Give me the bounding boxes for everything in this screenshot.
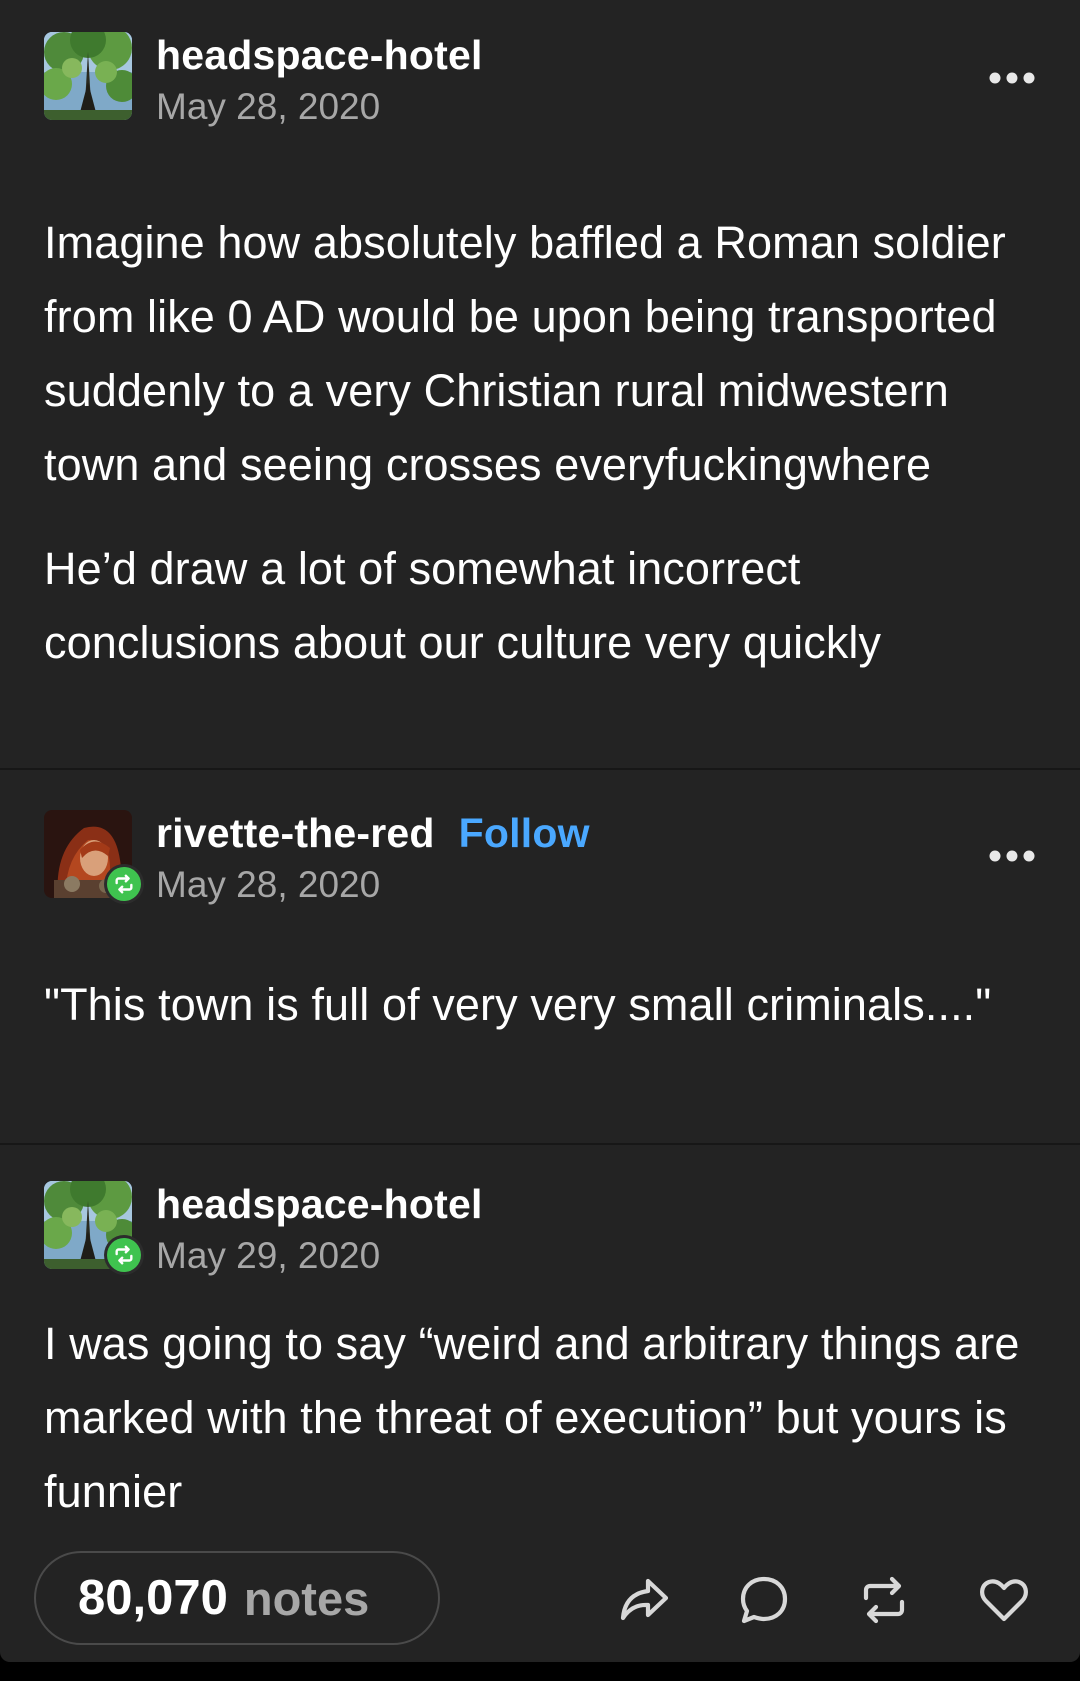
post-card: headspace-hotel May 28, 2020 Imagine how…: [0, 0, 1080, 1662]
notes-count: 80,070: [78, 1571, 228, 1625]
post-body: Imagine how absolutely baffled a Roman s…: [44, 206, 1036, 680]
reblog-badge-icon: [104, 1235, 144, 1275]
post-reblog: rivette-the-red Follow May 28, 2020 "This…: [0, 768, 1080, 1143]
post-paragraph: He’d draw a lot of somewhat incorrect co…: [44, 543, 882, 668]
post-paragraph: Imagine how absolutely baffled a Roman s…: [44, 217, 1006, 490]
post-reblog: headspace-hotel May 29, 2020 I was going…: [0, 1143, 1080, 1543]
like-icon[interactable]: [976, 1572, 1032, 1628]
share-icon[interactable]: [616, 1572, 672, 1628]
blog-name-link[interactable]: rivette-the-red: [156, 810, 435, 856]
blog-name: rivette-the-red Follow: [156, 810, 590, 857]
avatar[interactable]: [44, 810, 144, 904]
reblog-icon[interactable]: [856, 1572, 912, 1628]
reblog-badge-icon: [104, 864, 144, 904]
post-date: May 28, 2020: [156, 864, 381, 905]
post-date: May 28, 2020: [156, 86, 381, 127]
post-original: headspace-hotel May 28, 2020 Imagine how…: [0, 0, 1080, 768]
post-header: headspace-hotel May 29, 2020: [44, 1181, 1036, 1276]
post-date: May 29, 2020: [156, 1235, 381, 1276]
follow-button[interactable]: Follow: [459, 810, 590, 856]
reply-icon[interactable]: [736, 1572, 792, 1628]
blog-name[interactable]: headspace-hotel: [156, 32, 483, 79]
more-options-icon[interactable]: [988, 846, 1036, 866]
avatar[interactable]: [44, 1181, 144, 1275]
tree-avatar-image: [44, 32, 132, 120]
post-paragraph: "This town is full of very very small cr…: [44, 979, 992, 1030]
post-body: "This town is full of very very small cr…: [44, 968, 1036, 1042]
blog-name[interactable]: headspace-hotel: [156, 1181, 483, 1228]
more-options-icon[interactable]: [988, 68, 1036, 88]
post-header: rivette-the-red Follow May 28, 2020: [44, 810, 1036, 905]
post-footer: 80,070 notes: [0, 1548, 1080, 1648]
notes-button[interactable]: 80,070 notes: [34, 1551, 440, 1645]
post-body: I was going to say “weird and arbitrary …: [44, 1307, 1036, 1529]
post-header: headspace-hotel May 28, 2020: [44, 32, 1036, 127]
notes-label: notes: [243, 1571, 370, 1625]
avatar[interactable]: [44, 32, 132, 120]
post-paragraph: I was going to say “weird and arbitrary …: [44, 1318, 1020, 1517]
